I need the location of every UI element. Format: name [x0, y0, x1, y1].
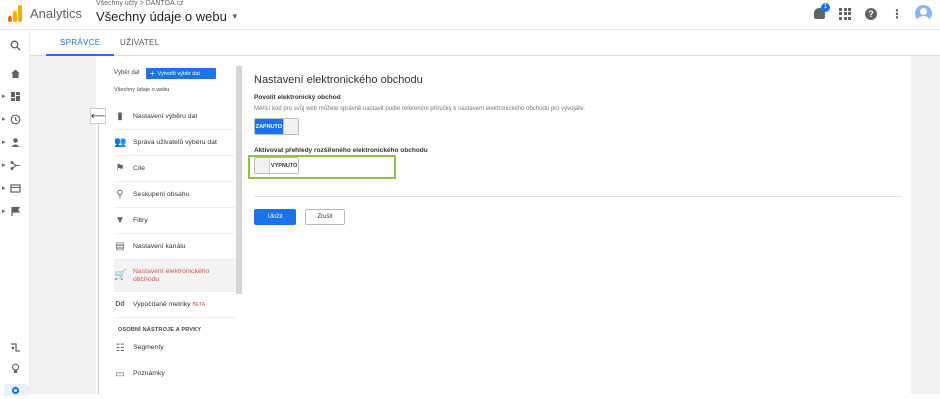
- toggle-knob: [282, 119, 298, 134]
- channel-icon: ▤: [115, 241, 125, 252]
- plus-icon: +: [150, 69, 155, 78]
- top-icons: 1 ? ⋮: [811, 2, 932, 22]
- chevron-down-icon: ▼: [230, 12, 239, 21]
- view-column: Výběr dat + Vytvořit výběr dat Všechny ú…: [90, 56, 236, 394]
- left-navigation: ▸ ▸ ▸ ▸ ▸ ▸: [0, 30, 30, 397]
- breadcrumb[interactable]: Všechny účty > DANTOA.cz: [96, 0, 184, 7]
- notes-icon: ▭: [115, 368, 125, 380]
- expand-caret-icon[interactable]: ▸: [2, 115, 7, 123]
- segments-icon: ☷: [115, 342, 125, 354]
- menu-item-annotations[interactable]: ▭ Poznámky: [114, 361, 236, 387]
- divider: [254, 196, 902, 197]
- notifications-button[interactable]: 1: [811, 2, 830, 22]
- acquisition-icon[interactable]: [9, 160, 21, 172]
- menu-item-label: Nastavení elektronického obchodu: [133, 267, 210, 283]
- expand-caret-icon[interactable]: ▸: [2, 184, 7, 192]
- enhanced-ecommerce-label: Aktivovat přehledy rozšířeného elektroni…: [254, 147, 428, 154]
- menu-item-content-grouping[interactable]: ⚲ Seskupení obsahu: [114, 182, 236, 208]
- person-icon[interactable]: [9, 137, 21, 149]
- attribution-icon[interactable]: [9, 342, 21, 354]
- cart-icon: 🛒: [114, 270, 127, 281]
- expand-caret-icon[interactable]: ▸: [2, 92, 7, 100]
- menu-item-label: Filtry: [133, 216, 148, 224]
- dashboard-icon[interactable]: [9, 91, 21, 103]
- analytics-logo-icon[interactable]: [8, 5, 22, 22]
- toggle-state-label: ZAPNUTO: [255, 119, 283, 134]
- gear-icon[interactable]: [9, 385, 21, 397]
- column-divider: [98, 124, 99, 394]
- menu-item-label: Seskupení obsahu: [133, 190, 190, 198]
- lightbulb-icon[interactable]: [9, 363, 21, 375]
- admin-canvas: Výběr dat + Vytvořit výběr dat Všechny ú…: [30, 56, 940, 394]
- menu-scrollbar[interactable]: [236, 66, 242, 294]
- person-walk-icon: ⚲: [116, 189, 124, 200]
- avatar[interactable]: [915, 5, 932, 22]
- menu-item-label: Segmenty: [133, 344, 164, 351]
- help-icon: ?: [865, 7, 877, 20]
- behavior-icon[interactable]: [9, 183, 21, 195]
- create-view-label: Vytvořit výběr dat: [157, 70, 200, 77]
- beta-badge: BETA: [192, 301, 206, 308]
- admin-tabs: SPRÁVCE UŽIVATEL: [30, 30, 940, 56]
- menu-item-label: Nastavení výběru dat: [133, 112, 198, 120]
- menu-item-filters[interactable]: ▼ Filtry: [114, 208, 236, 234]
- menu-item-calculated-metrics[interactable]: Dd Vypočítané metriky BETA: [114, 292, 236, 318]
- more-options-icon[interactable]: ⋮: [889, 6, 905, 22]
- ecommerce-description: Měřicí kód pro svůj web můžete správně n…: [254, 106, 586, 112]
- expand-caret-icon[interactable]: ▸: [2, 207, 7, 215]
- notification-badge: 1: [821, 2, 830, 12]
- apps-grid-icon: [839, 7, 851, 20]
- menu-item-channel-settings[interactable]: ▤ Nastavení kanálu: [114, 234, 236, 260]
- top-bar: Analytics Všechny účty > DANTOA.cz Všech…: [0, 0, 940, 30]
- create-view-button[interactable]: + Vytvořit výběr dat: [146, 68, 216, 79]
- current-view-select[interactable]: Všechny údaje o webu: [114, 87, 169, 93]
- tab-user[interactable]: UŽIVATEL: [120, 38, 159, 47]
- menu-item-label-wrap: Vypočítané metriky BETA: [133, 301, 205, 309]
- app-title: Analytics: [30, 6, 83, 21]
- dd-icon: Dd: [115, 301, 125, 308]
- admin-panel: Výběr dat + Vytvořit výběr dat Všechny ú…: [90, 56, 911, 394]
- menu-item-view-settings[interactable]: ▮ Nastavení výběru dat: [114, 104, 236, 130]
- clock-icon[interactable]: [9, 114, 21, 126]
- cancel-button[interactable]: Zrušit: [305, 209, 345, 225]
- menu-item-ecommerce-settings[interactable]: 🛒 Nastavení elektronického obchodu: [114, 260, 236, 292]
- menu-item-goals[interactable]: ⚑ Cíle: [114, 156, 236, 182]
- menu-item-label: Cíle: [133, 164, 146, 172]
- apps-button[interactable]: [837, 6, 853, 22]
- filter-icon: ▼: [115, 215, 125, 226]
- search-icon[interactable]: [9, 40, 21, 52]
- view-selector-label: Výběr dat: [114, 70, 140, 76]
- enable-ecommerce-label: Povolit elektronický obchod: [254, 94, 341, 101]
- menu-item-label: Nastavení kanálu: [133, 242, 186, 250]
- ecommerce-settings-form: Nastavení elektronického obchodu Povolit…: [248, 56, 904, 394]
- help-button[interactable]: ?: [863, 6, 879, 22]
- page-title: Nastavení elektronického obchodu: [254, 74, 423, 86]
- people-icon: 👥: [114, 137, 127, 148]
- flag-icon: ⚑: [115, 163, 125, 174]
- tab-admin[interactable]: SPRÁVCE: [45, 38, 115, 56]
- view-switcher[interactable]: Všechny údaje o webu ▼: [96, 9, 239, 24]
- home-icon[interactable]: [9, 68, 21, 80]
- menu-item-user-management[interactable]: 👥 Správa uživatelů výběru dat: [114, 130, 236, 156]
- menu-item-label: Poznámky: [133, 370, 165, 377]
- back-arrow-icon[interactable]: ⟵: [90, 108, 106, 124]
- conversions-flag-icon[interactable]: [9, 206, 21, 218]
- save-button[interactable]: Uložit: [254, 209, 296, 225]
- view-title: Všechny údaje o webu: [96, 9, 227, 24]
- personal-tools-heading: OSOBNÍ NÁSTROJE A PRVKY: [118, 327, 202, 333]
- menu-item-label: Správa uživatelů výběru dat: [133, 138, 217, 146]
- expand-caret-icon[interactable]: ▸: [2, 161, 7, 169]
- menu-item-segments[interactable]: ☷ Segmenty: [114, 335, 236, 361]
- menu-item-label: Vypočítané metriky: [133, 300, 191, 308]
- expand-caret-icon[interactable]: ▸: [2, 138, 7, 146]
- document-icon: ▮: [117, 111, 123, 122]
- highlight-box: [248, 155, 396, 179]
- ecommerce-toggle[interactable]: ZAPNUTO: [254, 118, 299, 135]
